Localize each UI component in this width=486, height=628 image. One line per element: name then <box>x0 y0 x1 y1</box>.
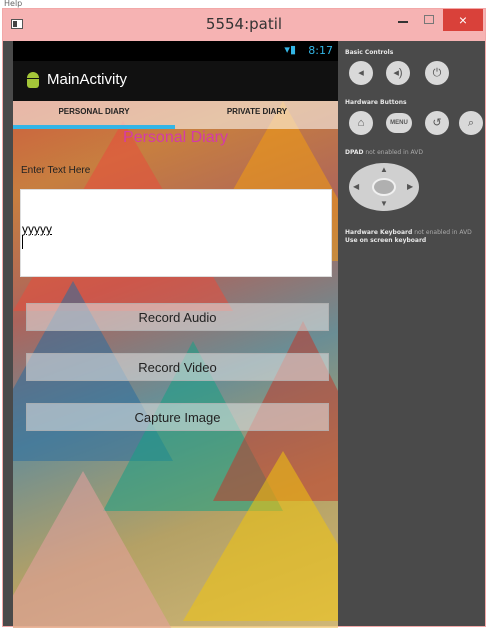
close-button[interactable]: × <box>443 9 483 31</box>
onscreen-keyboard-label: Use on screen keyboard <box>345 237 427 244</box>
status-time: 8:17 <box>308 44 333 57</box>
emulator-controls: Basic Controls ◂ ◂) ⏻ Hardware Buttons ⌂… <box>341 41 485 628</box>
volume-down-icon[interactable]: ◂ <box>349 61 373 85</box>
signal-battery-icon: ▾▮ <box>284 44 296 56</box>
diary-text-value: yyyyy <box>22 222 52 236</box>
emulator-window: 5554:patil × ▾▮ 8:17 MainActivity PERSON… <box>2 8 486 628</box>
diary-text-input[interactable]: yyyyy <box>20 189 332 277</box>
search-icon[interactable]: ⌕ <box>459 111 483 135</box>
dpad-control[interactable]: ▲ ▼ ◀ ▶ <box>349 163 419 211</box>
background-facet <box>183 451 338 621</box>
volume-up-icon[interactable]: ◂) <box>386 61 410 85</box>
keyboard-label-text: Hardware Keyboard <box>345 229 413 236</box>
enter-text-label: Enter Text Here <box>21 165 91 176</box>
page-heading: Personal Diary <box>123 129 228 146</box>
window-titlebar[interactable]: 5554:patil × <box>3 9 485 41</box>
help-menu-text[interactable]: Help <box>4 0 22 8</box>
tab-bar: PERSONAL DIARY PRIVATE DIARY <box>13 101 338 129</box>
menu-icon[interactable]: MENU <box>386 113 412 133</box>
dpad-up-icon[interactable]: ▲ <box>380 165 388 174</box>
dpad-right-icon[interactable]: ▶ <box>407 182 413 191</box>
maximize-button[interactable] <box>417 9 441 31</box>
record-audio-button[interactable]: Record Audio <box>26 303 329 331</box>
android-icon <box>25 72 41 90</box>
dpad-note: not enabled in AVD <box>363 149 423 156</box>
status-bar: ▾▮ 8:17 <box>13 41 338 61</box>
dpad-label: DPAD not enabled in AVD <box>345 149 423 156</box>
minimize-button[interactable] <box>389 9 417 31</box>
power-icon[interactable]: ⏻ <box>425 61 449 85</box>
keyboard-note: not enabled in AVD <box>412 229 472 236</box>
action-bar: MainActivity <box>13 61 338 101</box>
home-icon[interactable]: ⌂ <box>349 111 373 135</box>
capture-image-button[interactable]: Capture Image <box>26 403 329 431</box>
basic-controls-label: Basic Controls <box>345 49 394 56</box>
hardware-buttons-label: Hardware Buttons <box>345 99 407 106</box>
record-video-button[interactable]: Record Video <box>26 353 329 381</box>
activity-title: MainActivity <box>47 71 128 88</box>
dpad-center-button[interactable] <box>372 178 396 196</box>
dpad-left-icon[interactable]: ◀ <box>353 182 359 191</box>
dpad-down-icon[interactable]: ▼ <box>380 199 388 208</box>
device-screen: ▾▮ 8:17 MainActivity PERSONAL DIARY PRIV… <box>13 41 338 628</box>
background-facet <box>13 471 173 628</box>
dpad-label-text: DPAD <box>345 149 364 156</box>
hardware-keyboard-label: Hardware Keyboard not enabled in AVD <box>345 229 472 236</box>
tab-private-diary[interactable]: PRIVATE DIARY <box>176 101 338 129</box>
text-caret <box>22 235 23 249</box>
close-icon: × <box>458 12 468 28</box>
back-icon[interactable]: ↺ <box>425 111 449 135</box>
